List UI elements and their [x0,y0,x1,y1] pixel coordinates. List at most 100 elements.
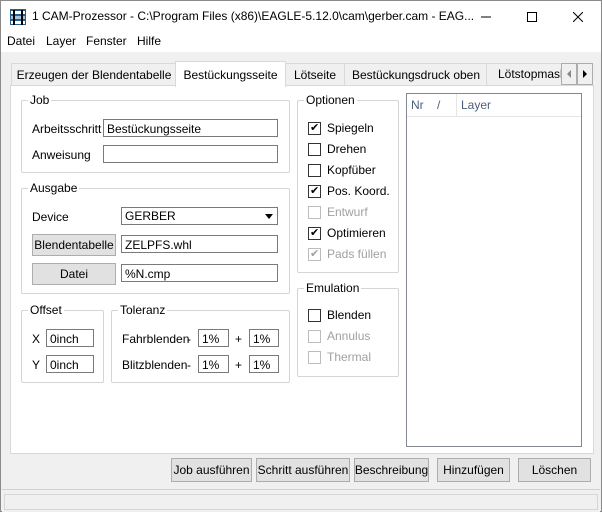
step-label: Arbeitsschritt [32,122,102,136]
menu-hilfe[interactable]: Hilfe [137,34,161,48]
check-mark-icon: ✔ [310,247,320,260]
optimize-checkbox-box[interactable]: ✔ [308,226,321,240]
pos-coord-checkbox-box[interactable]: ✔ [308,184,321,198]
column-header-layer[interactable]: Layer [457,94,581,116]
close-button[interactable] [555,1,601,32]
window-title: 1 CAM-Prozessor - C:\Program Files (x86)… [32,9,475,23]
cam-app-icon [10,9,26,25]
menu-datei[interactable]: Datei [7,34,35,48]
offset-x-label: X [32,332,41,346]
tab-silkscreen-top[interactable]: Bestückungsdruck oben [344,63,488,85]
run-job-button[interactable]: Job ausführen [171,458,252,482]
mirror-checkbox[interactable]: ✔ Spiegeln [308,121,374,135]
close-icon [573,11,583,22]
fill-pads-label: Pads füllen [327,247,387,261]
draft-label: Entwurf [327,205,368,219]
cam-processor-window: 1 CAM-Prozessor - C:\Program Files (x86)… [0,0,602,512]
mirror-checkbox-box[interactable]: ✔ [308,121,321,135]
title-bar: 1 CAM-Prozessor - C:\Program Files (x86)… [1,1,601,32]
offset-y-label: Y [32,358,41,372]
upside-down-checkbox-box[interactable] [308,163,321,177]
delete-button[interactable]: Löschen [518,458,591,482]
flash-apertures-label: Blitzblenden [122,358,188,372]
mirror-label: Spiegeln [327,121,374,135]
step-input[interactable]: Bestückungsseite [103,119,278,137]
rotate-checkbox-box[interactable] [308,142,321,156]
device-select[interactable]: GERBER [121,207,278,225]
optimize-checkbox[interactable]: ✔ Optimieren [308,226,386,240]
arrow-right-icon [583,70,587,78]
dropdown-arrow[interactable] [260,208,277,224]
draw-minus-sign: - [187,332,191,346]
optimize-label: Optimieren [327,226,386,240]
description-button[interactable]: Beschreibung [354,458,429,482]
tab-component-side[interactable]: Bestückungsseite [175,61,286,87]
upside-down-checkbox[interactable]: Kopfüber [308,163,376,177]
offset-group-title: Offset [28,303,64,317]
instruction-input[interactable] [103,145,278,163]
tab-scroll-left-button[interactable] [561,63,577,85]
status-bar-panel [4,494,598,510]
file-button[interactable]: Datei [32,263,116,285]
arrow-left-icon [567,70,571,78]
minimize-button[interactable] [463,1,509,32]
emulation-group-title: Emulation [304,281,362,295]
add-button[interactable]: Hinzufügen [437,458,510,482]
flash-minus-input[interactable]: 1% [198,355,229,373]
chevron-down-icon [265,213,273,219]
output-file-input[interactable]: %N.cmp [121,264,278,282]
run-step-button[interactable]: Schritt ausführen [256,458,350,482]
layer-list[interactable]: Nr / Layer [406,93,582,447]
maximize-button[interactable] [509,1,555,32]
offset-y-input[interactable]: 0inch [46,355,94,373]
draft-checkbox-box[interactable] [308,205,321,219]
sort-indicator: / [437,98,441,112]
pos-coord-label: Pos. Koord. [327,184,390,198]
job-group-title: Job [28,93,52,107]
annulus-checkbox[interactable]: Annulus [308,329,370,343]
tab-scroll-right-button[interactable] [577,63,593,85]
rotate-label: Drehen [327,142,367,156]
apertures-emulation-label: Blenden [327,308,372,322]
draw-minus-input[interactable]: 1% [198,329,229,347]
tolerance-group-title: Toleranz [118,303,168,317]
apertures-emulation-checkbox[interactable]: Blenden [308,308,371,322]
tab-solder-side[interactable]: Lötseite [284,63,346,85]
aperture-table-button[interactable]: Blendentabelle [32,234,116,256]
thermal-label: Thermal [327,350,372,364]
rotate-checkbox[interactable]: Drehen [308,142,366,156]
tab-solder-stop-mask[interactable]: Lötstopmaske [486,63,563,84]
aperture-file-input[interactable]: ZELPFS.whl [121,235,278,253]
status-bar [2,489,600,512]
apertures-emulation-checkbox-box[interactable] [308,308,321,322]
thermal-checkbox-box[interactable] [308,350,321,364]
annulus-label: Annulus [327,329,371,343]
options-group-title: Optionen [304,93,357,107]
device-label: Device [32,210,69,224]
offset-x-input[interactable]: 0inch [46,329,94,347]
draft-checkbox[interactable]: Entwurf [308,205,368,219]
check-mark-icon: ✔ [310,121,320,134]
menu-layer[interactable]: Layer [46,34,76,48]
check-mark-icon: ✔ [310,226,320,239]
check-mark-icon: ✔ [310,184,320,197]
thermal-checkbox[interactable]: Thermal [308,350,371,364]
fill-pads-checkbox[interactable]: ✔ Pads füllen [308,247,386,261]
column-nr-label: Nr [411,98,424,112]
maximize-icon [527,11,537,22]
draw-plus-input[interactable]: 1% [249,329,279,347]
upside-down-label: Kopfüber [327,163,376,177]
pos-coord-checkbox[interactable]: ✔ Pos. Koord. [308,184,390,198]
annulus-checkbox-box[interactable] [308,329,321,343]
menu-fenster[interactable]: Fenster [86,34,127,48]
output-group-title: Ausgabe [28,181,80,195]
tab-aperture-table[interactable]: Erzeugen der Blendentabelle [11,63,177,85]
layer-list-header: Nr / Layer [407,94,581,117]
fill-pads-checkbox-box[interactable]: ✔ [308,247,321,261]
tab-strip: Erzeugen der Blendentabelle Bestückungss… [1,52,601,87]
device-select-value: GERBER [125,209,176,223]
draw-apertures-label: Fahrblenden [122,332,190,346]
flash-plus-input[interactable]: 1% [249,355,279,373]
column-header-nr[interactable]: Nr / [407,94,457,116]
flash-plus-sign: + [235,358,243,372]
